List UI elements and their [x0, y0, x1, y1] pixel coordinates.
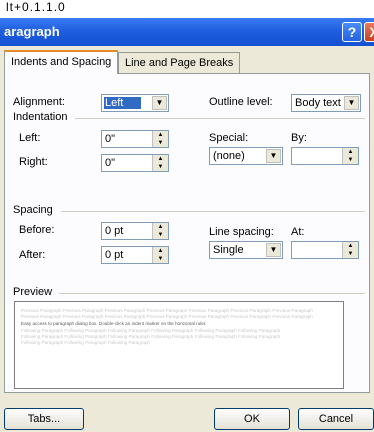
spin-buttons[interactable]: ▲ ▼ [152, 247, 168, 263]
right-indent-stepper[interactable]: 0" ▲ ▼ [101, 154, 169, 172]
spin-buttons[interactable]: ▲ ▼ [342, 148, 358, 164]
before-label: Before: [19, 224, 55, 236]
indentation-divider [75, 118, 365, 119]
spin-buttons[interactable]: ▲ ▼ [152, 131, 168, 147]
preview-divider [59, 293, 365, 294]
spin-down-icon[interactable]: ▼ [153, 255, 168, 263]
left-indent-label: Left: [19, 132, 41, 144]
alignment-label: Alignment: [13, 96, 65, 108]
special-dropdown[interactable]: (none) ▼ [209, 147, 283, 165]
spacing-section-label: Spacing [13, 204, 53, 216]
spin-up-icon[interactable]: ▲ [343, 148, 358, 156]
background-ruler-text: lt+0.1.1.0 [6, 0, 66, 14]
preview-previous-line: Previous Paragraph Previous Paragraph Pr… [21, 314, 313, 319]
spin-up-icon[interactable]: ▲ [153, 155, 168, 163]
line-spacing-label: Line spacing: [209, 226, 274, 238]
outline-level-dropdown[interactable]: Body text ▼ [291, 94, 361, 112]
preview-section-label: Preview [13, 286, 53, 298]
preview-box: Previous Paragraph Previous Paragraph Pr… [14, 301, 344, 389]
spin-down-icon[interactable]: ▼ [343, 156, 358, 164]
special-label: Special: [209, 132, 249, 144]
tab-indents-and-spacing[interactable]: Indents and Spacing [4, 50, 119, 74]
help-icon: ? [347, 24, 357, 40]
chevron-down-icon[interactable]: ▼ [266, 149, 281, 163]
at-label: At: [291, 226, 305, 238]
at-stepper[interactable]: ▲ ▼ [291, 241, 359, 259]
chevron-down-icon[interactable]: ▼ [344, 96, 359, 110]
spin-down-icon[interactable]: ▼ [153, 139, 168, 147]
space-before-stepper[interactable]: 0 pt ▲ ▼ [101, 222, 169, 240]
spin-up-icon[interactable]: ▲ [153, 247, 168, 255]
spin-down-icon[interactable]: ▼ [343, 250, 358, 258]
close-icon: X [369, 24, 374, 40]
title-bar[interactable]: aragraph ? X [0, 18, 374, 46]
spin-down-icon[interactable]: ▼ [153, 163, 168, 171]
spacing-divider [61, 211, 365, 212]
ok-button[interactable]: OK [214, 408, 290, 430]
left-indent-stepper[interactable]: 0" ▲ ▼ [101, 130, 169, 148]
right-indent-label: Right: [19, 156, 48, 168]
dialog-title: aragraph [4, 24, 60, 39]
by-label: By: [291, 132, 307, 144]
chevron-down-icon[interactable]: ▼ [266, 243, 281, 257]
cancel-button[interactable]: Cancel [298, 408, 374, 430]
line-spacing-dropdown[interactable]: Single ▼ [209, 241, 283, 259]
indentation-section-label: Indentation [13, 111, 68, 123]
after-label: After: [19, 249, 46, 261]
tab-line-and-page-breaks[interactable]: Line and Page Breaks [118, 52, 241, 74]
preview-current-paragraph: Easy access to paragraph dialog box. Dou… [21, 321, 207, 326]
spin-buttons[interactable]: ▲ ▼ [152, 155, 168, 171]
outline-level-label: Outline level: [209, 96, 273, 108]
preview-following-line: Following Paragraph Following Paragraph … [21, 340, 150, 345]
paragraph-dialog: Indents and Spacing Line and Page Breaks… [0, 46, 374, 432]
spin-up-icon[interactable]: ▲ [153, 131, 168, 139]
spin-up-icon[interactable]: ▲ [153, 223, 168, 231]
background-document-strip: lt+0.1.1.0 [0, 0, 374, 20]
spin-up-icon[interactable]: ▲ [343, 242, 358, 250]
tabs-button[interactable]: Tabs... [4, 408, 84, 430]
spin-buttons[interactable]: ▲ ▼ [152, 223, 168, 239]
help-button[interactable]: ? [342, 22, 362, 42]
chevron-down-icon[interactable]: ▼ [152, 96, 167, 110]
space-after-stepper[interactable]: 0 pt ▲ ▼ [101, 246, 169, 264]
by-stepper[interactable]: ▲ ▼ [291, 147, 359, 165]
spin-down-icon[interactable]: ▼ [153, 231, 168, 239]
spin-buttons[interactable]: ▲ ▼ [342, 242, 358, 258]
close-button[interactable]: X [364, 22, 374, 42]
alignment-dropdown[interactable]: Left ▼ [101, 94, 169, 112]
